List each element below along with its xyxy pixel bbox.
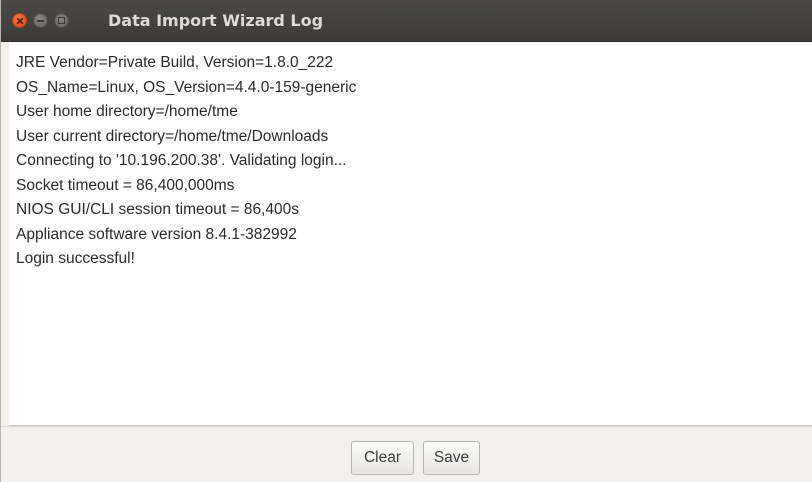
log-line: Socket timeout = 86,400,000ms <box>16 176 235 194</box>
log-line: NIOS GUI/CLI session timeout = 86,400s <box>16 201 300 218</box>
log-line: Connecting to '10.196.200.38'. Validatin… <box>16 152 347 169</box>
log-line: JRE Vendor=Private Build, Version=1.8.0_… <box>16 54 334 71</box>
log-line: User current directory=/home/tme/Downloa… <box>16 127 329 145</box>
log-line: OS_Name=Linux, OS_Version=4.4.0-159-gene… <box>16 78 357 96</box>
title-bar[interactable]: Data Import Wizard Log <box>1 0 812 42</box>
clear-button[interactable]: Clear <box>351 441 414 475</box>
close-window-icon[interactable] <box>12 13 27 28</box>
log-line: User home directory=/home/tme <box>16 103 238 120</box>
maximize-window-icon[interactable] <box>54 13 69 28</box>
window-title: Data Import Wizard Log <box>108 11 324 30</box>
save-button[interactable]: Save <box>423 441 480 475</box>
minimize-window-icon[interactable] <box>33 13 48 28</box>
log-line: Appliance software version 8.4.1-382992 <box>16 225 297 243</box>
log-window: Data Import Wizard Log JRE Vendor=Privat… <box>0 0 812 482</box>
log-line: Login successful! <box>16 250 135 267</box>
button-bar: Clear Save <box>1 426 812 482</box>
log-text-area[interactable]: JRE Vendor=Private Build, Version=1.8.0_… <box>9 42 812 426</box>
